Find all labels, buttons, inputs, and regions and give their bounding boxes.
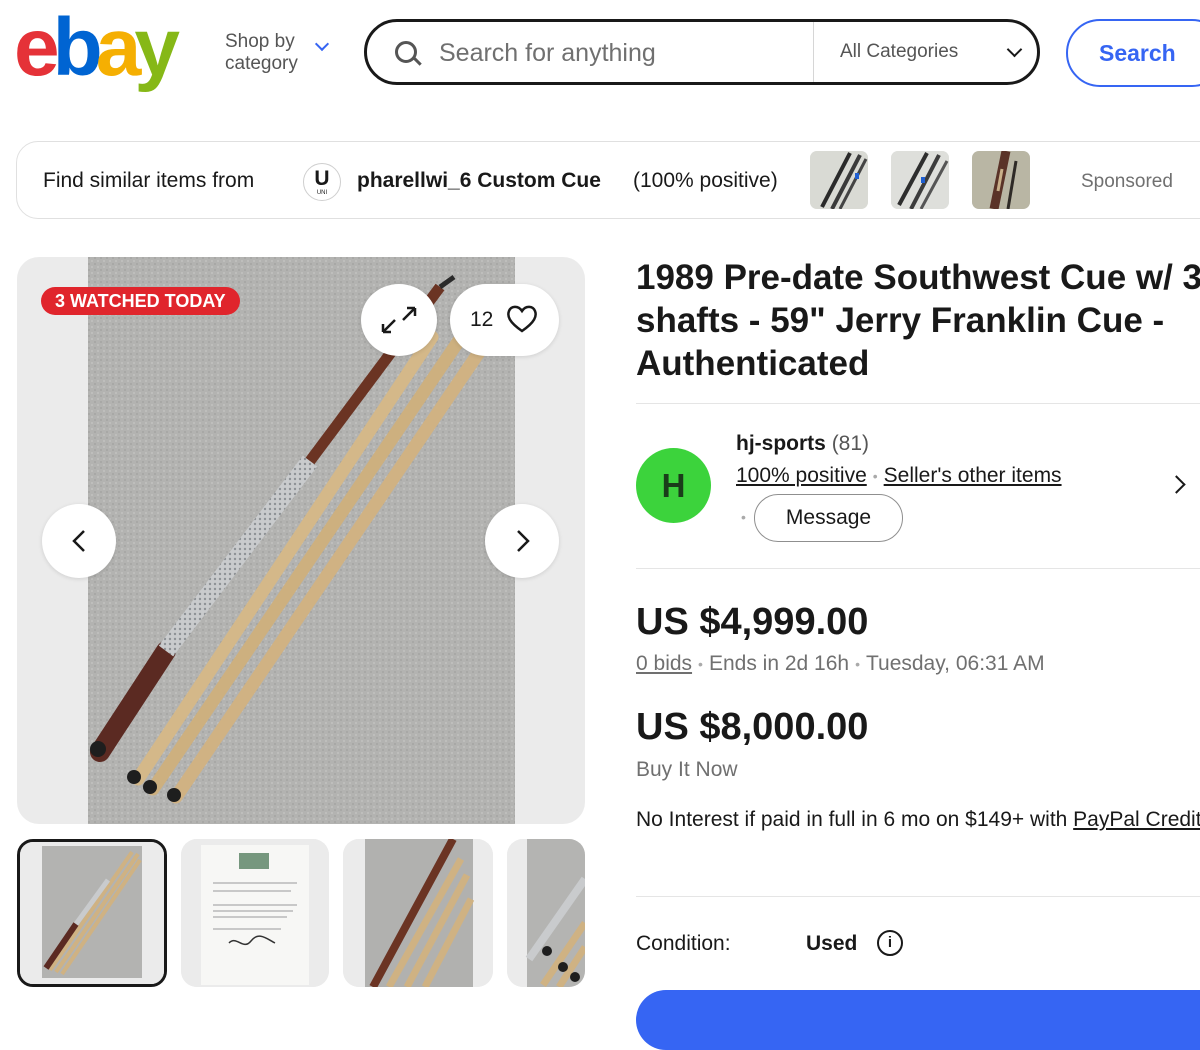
condition-value: Used: [806, 932, 858, 955]
seller-other-items-link[interactable]: Seller's other items: [884, 464, 1062, 487]
chevron-left-icon: [72, 530, 85, 552]
seller-positive-link[interactable]: 100% positive: [736, 464, 867, 487]
chevron-down-icon: [1006, 41, 1023, 58]
watch-count: 12: [470, 308, 494, 331]
seller-links: 100% positive • Seller's other items: [736, 464, 1062, 488]
thumbnail-image[interactable]: [343, 839, 493, 987]
seller-info: hj-sports (81): [736, 432, 869, 456]
thumbnail-image[interactable]: [507, 839, 585, 987]
main-product-image[interactable]: [88, 257, 515, 824]
similar-item-thumbnail[interactable]: [891, 151, 949, 209]
watched-today-badge: 3 WATCHED TODAY: [41, 287, 240, 315]
seller-feedback-count: (81): [831, 432, 870, 455]
expand-image-button[interactable]: [361, 284, 437, 356]
next-image-button[interactable]: [485, 504, 559, 578]
message-seller-button[interactable]: Message: [754, 494, 903, 542]
similar-items-banner[interactable]: Find similar items from U UNI pharellwi_…: [16, 141, 1200, 219]
separator-dot: •: [698, 656, 703, 673]
store-logo: U UNI: [303, 163, 341, 201]
ebay-logo[interactable]: ebay: [14, 2, 180, 93]
chevron-right-icon: [517, 530, 530, 552]
condition-label: Condition:: [636, 932, 731, 955]
bid-info: 0 bids • Ends in 2d 16h • Tuesday, 06:31 AM: [636, 652, 1045, 676]
info-icon[interactable]: i: [877, 930, 903, 956]
sponsored-label: Sponsored: [1081, 171, 1173, 192]
seller-avatar[interactable]: H: [636, 448, 711, 523]
thumbnail-image[interactable]: [17, 839, 167, 987]
buy-it-now-button[interactable]: [636, 990, 1200, 1050]
paypal-credit-offer: No Interest if paid in full in 6 mo on $…: [636, 804, 1200, 835]
current-bid-price: US $4,999.00: [636, 601, 869, 643]
chevron-right-icon[interactable]: [1167, 475, 1186, 494]
logo-letter-y: y: [134, 2, 180, 93]
logo-letter-a: a: [95, 2, 142, 93]
search-button[interactable]: Search: [1066, 19, 1200, 87]
search-icon: [395, 41, 417, 63]
item-title: 1989 Pre-date Southwest Cue w/ 3 shafts …: [636, 258, 1200, 383]
search-divider: [813, 22, 814, 82]
store-logo-sub: UNI: [316, 190, 328, 196]
search-input[interactable]: [437, 34, 801, 72]
paypal-credit-link[interactable]: PayPal Credit: [1073, 808, 1200, 831]
separator-dot: •: [855, 656, 860, 673]
similar-item-thumbnail[interactable]: [810, 151, 868, 209]
expand-icon: [381, 306, 417, 334]
buy-it-now-label: Buy It Now: [636, 758, 738, 781]
search-bar: All Categories: [364, 19, 1040, 85]
shop-by-label: Shop by: [225, 31, 295, 52]
divider: [636, 403, 1200, 404]
credit-text: No Interest if paid in full in 6 mo on $…: [636, 808, 1074, 831]
previous-image-button[interactable]: [42, 504, 116, 578]
similar-seller-name[interactable]: pharellwi_6 Custom Cue: [357, 169, 601, 193]
divider: [636, 896, 1200, 897]
similar-item-thumbnail[interactable]: [972, 151, 1030, 209]
category-select[interactable]: All Categories: [840, 41, 958, 63]
heart-icon: [507, 305, 537, 333]
store-logo-letter: U: [314, 167, 330, 190]
logo-letter-e: e: [14, 2, 60, 93]
thumbnail-image[interactable]: [181, 839, 329, 987]
divider: [636, 568, 1200, 569]
seller-name[interactable]: hj-sports: [736, 432, 826, 455]
ends-in-text: Ends in 2d 16h: [708, 652, 850, 675]
end-time-text: Tuesday, 06:31 AM: [865, 652, 1045, 675]
logo-letter-b: b: [52, 2, 103, 93]
similar-seller-positive: (100% positive): [633, 169, 778, 192]
separator-dot: •: [741, 509, 746, 525]
shop-by-category-button[interactable]: Shop by category: [225, 31, 330, 75]
separator-dot: •: [872, 468, 878, 485]
similar-items-label: Find similar items from: [43, 169, 255, 192]
bids-link[interactable]: 0 bids: [636, 652, 692, 675]
category-label: category: [225, 53, 298, 74]
watchlist-button[interactable]: 12: [450, 284, 559, 356]
chevron-down-icon: [314, 36, 330, 52]
buy-it-now-price: US $8,000.00: [636, 706, 869, 748]
